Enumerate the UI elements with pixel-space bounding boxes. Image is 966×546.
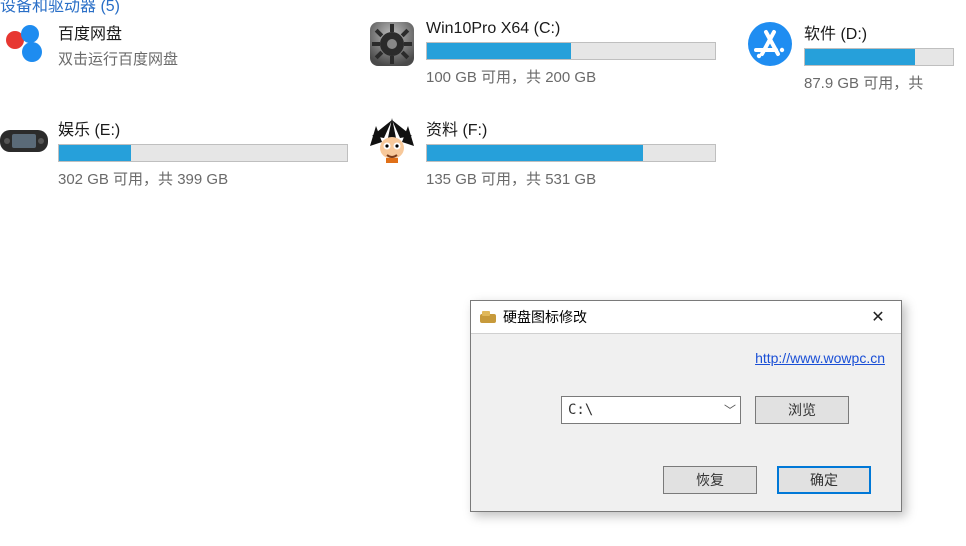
dialog-icon xyxy=(479,308,497,326)
baidu-icon xyxy=(0,20,48,68)
drive-tile-f[interactable]: 资料 (F:) 135 GB 可用，共 531 GB xyxy=(368,116,716,189)
capacity-bar xyxy=(58,144,348,162)
drive-capacity-text: 302 GB 可用，共 399 GB xyxy=(58,168,348,189)
drive-combobox[interactable]: C:\ ﹀ xyxy=(561,396,741,424)
drive-tile-d[interactable]: 软件 (D:) 87.9 GB 可用，共 xyxy=(746,20,954,93)
close-icon: ✕ xyxy=(871,307,884,327)
capacity-bar xyxy=(426,42,716,60)
capacity-fill xyxy=(427,43,571,59)
disk-icon-dialog: 硬盘图标修改 ✕ http://www.wowpc.cn C:\ ﹀ 浏览 恢复… xyxy=(470,300,902,512)
drive-label: 软件 (D:) xyxy=(804,20,954,44)
capacity-fill xyxy=(805,49,915,65)
gear-icon xyxy=(368,20,416,68)
app-tile-baidu[interactable]: 百度网盘 双击运行百度网盘 xyxy=(0,20,350,69)
drive-capacity-text: 100 GB 可用，共 200 GB xyxy=(426,66,716,87)
goku-icon xyxy=(368,116,416,164)
chevron-down-icon: ﹀ xyxy=(724,402,736,419)
drive-tile-e[interactable]: 娱乐 (E:) 302 GB 可用，共 399 GB xyxy=(0,116,348,189)
drive-label: Win10Pro X64 (C:) xyxy=(426,20,716,38)
capacity-bar xyxy=(426,144,716,162)
close-button[interactable]: ✕ xyxy=(855,301,901,333)
drive-label: 资料 (F:) xyxy=(426,116,716,140)
combobox-value: C:\ xyxy=(568,402,593,418)
section-header: 设备和驱动器 (5) xyxy=(0,0,120,16)
capacity-fill xyxy=(427,145,643,161)
capacity-fill xyxy=(59,145,131,161)
website-link[interactable]: http://www.wowpc.cn xyxy=(755,350,885,366)
app-store-icon xyxy=(746,20,794,68)
drive-capacity-text: 135 GB 可用，共 531 GB xyxy=(426,168,716,189)
tile-title: 百度网盘 xyxy=(58,20,350,44)
drive-label: 娱乐 (E:) xyxy=(58,116,348,140)
drive-capacity-text: 87.9 GB 可用，共 xyxy=(804,72,954,93)
ok-button[interactable]: 确定 xyxy=(777,466,871,494)
capacity-bar xyxy=(804,48,954,66)
dialog-titlebar[interactable]: 硬盘图标修改 ✕ xyxy=(471,301,901,334)
drive-tile-c[interactable]: Win10Pro X64 (C:) 100 GB 可用，共 200 GB xyxy=(368,20,716,87)
dialog-body: http://www.wowpc.cn C:\ ﹀ 浏览 恢复 确定 xyxy=(471,334,901,512)
restore-button[interactable]: 恢复 xyxy=(663,466,757,494)
psp-icon xyxy=(0,116,48,164)
tile-subtitle: 双击运行百度网盘 xyxy=(58,48,350,69)
dialog-title: 硬盘图标修改 xyxy=(503,307,587,327)
browse-button[interactable]: 浏览 xyxy=(755,396,849,424)
